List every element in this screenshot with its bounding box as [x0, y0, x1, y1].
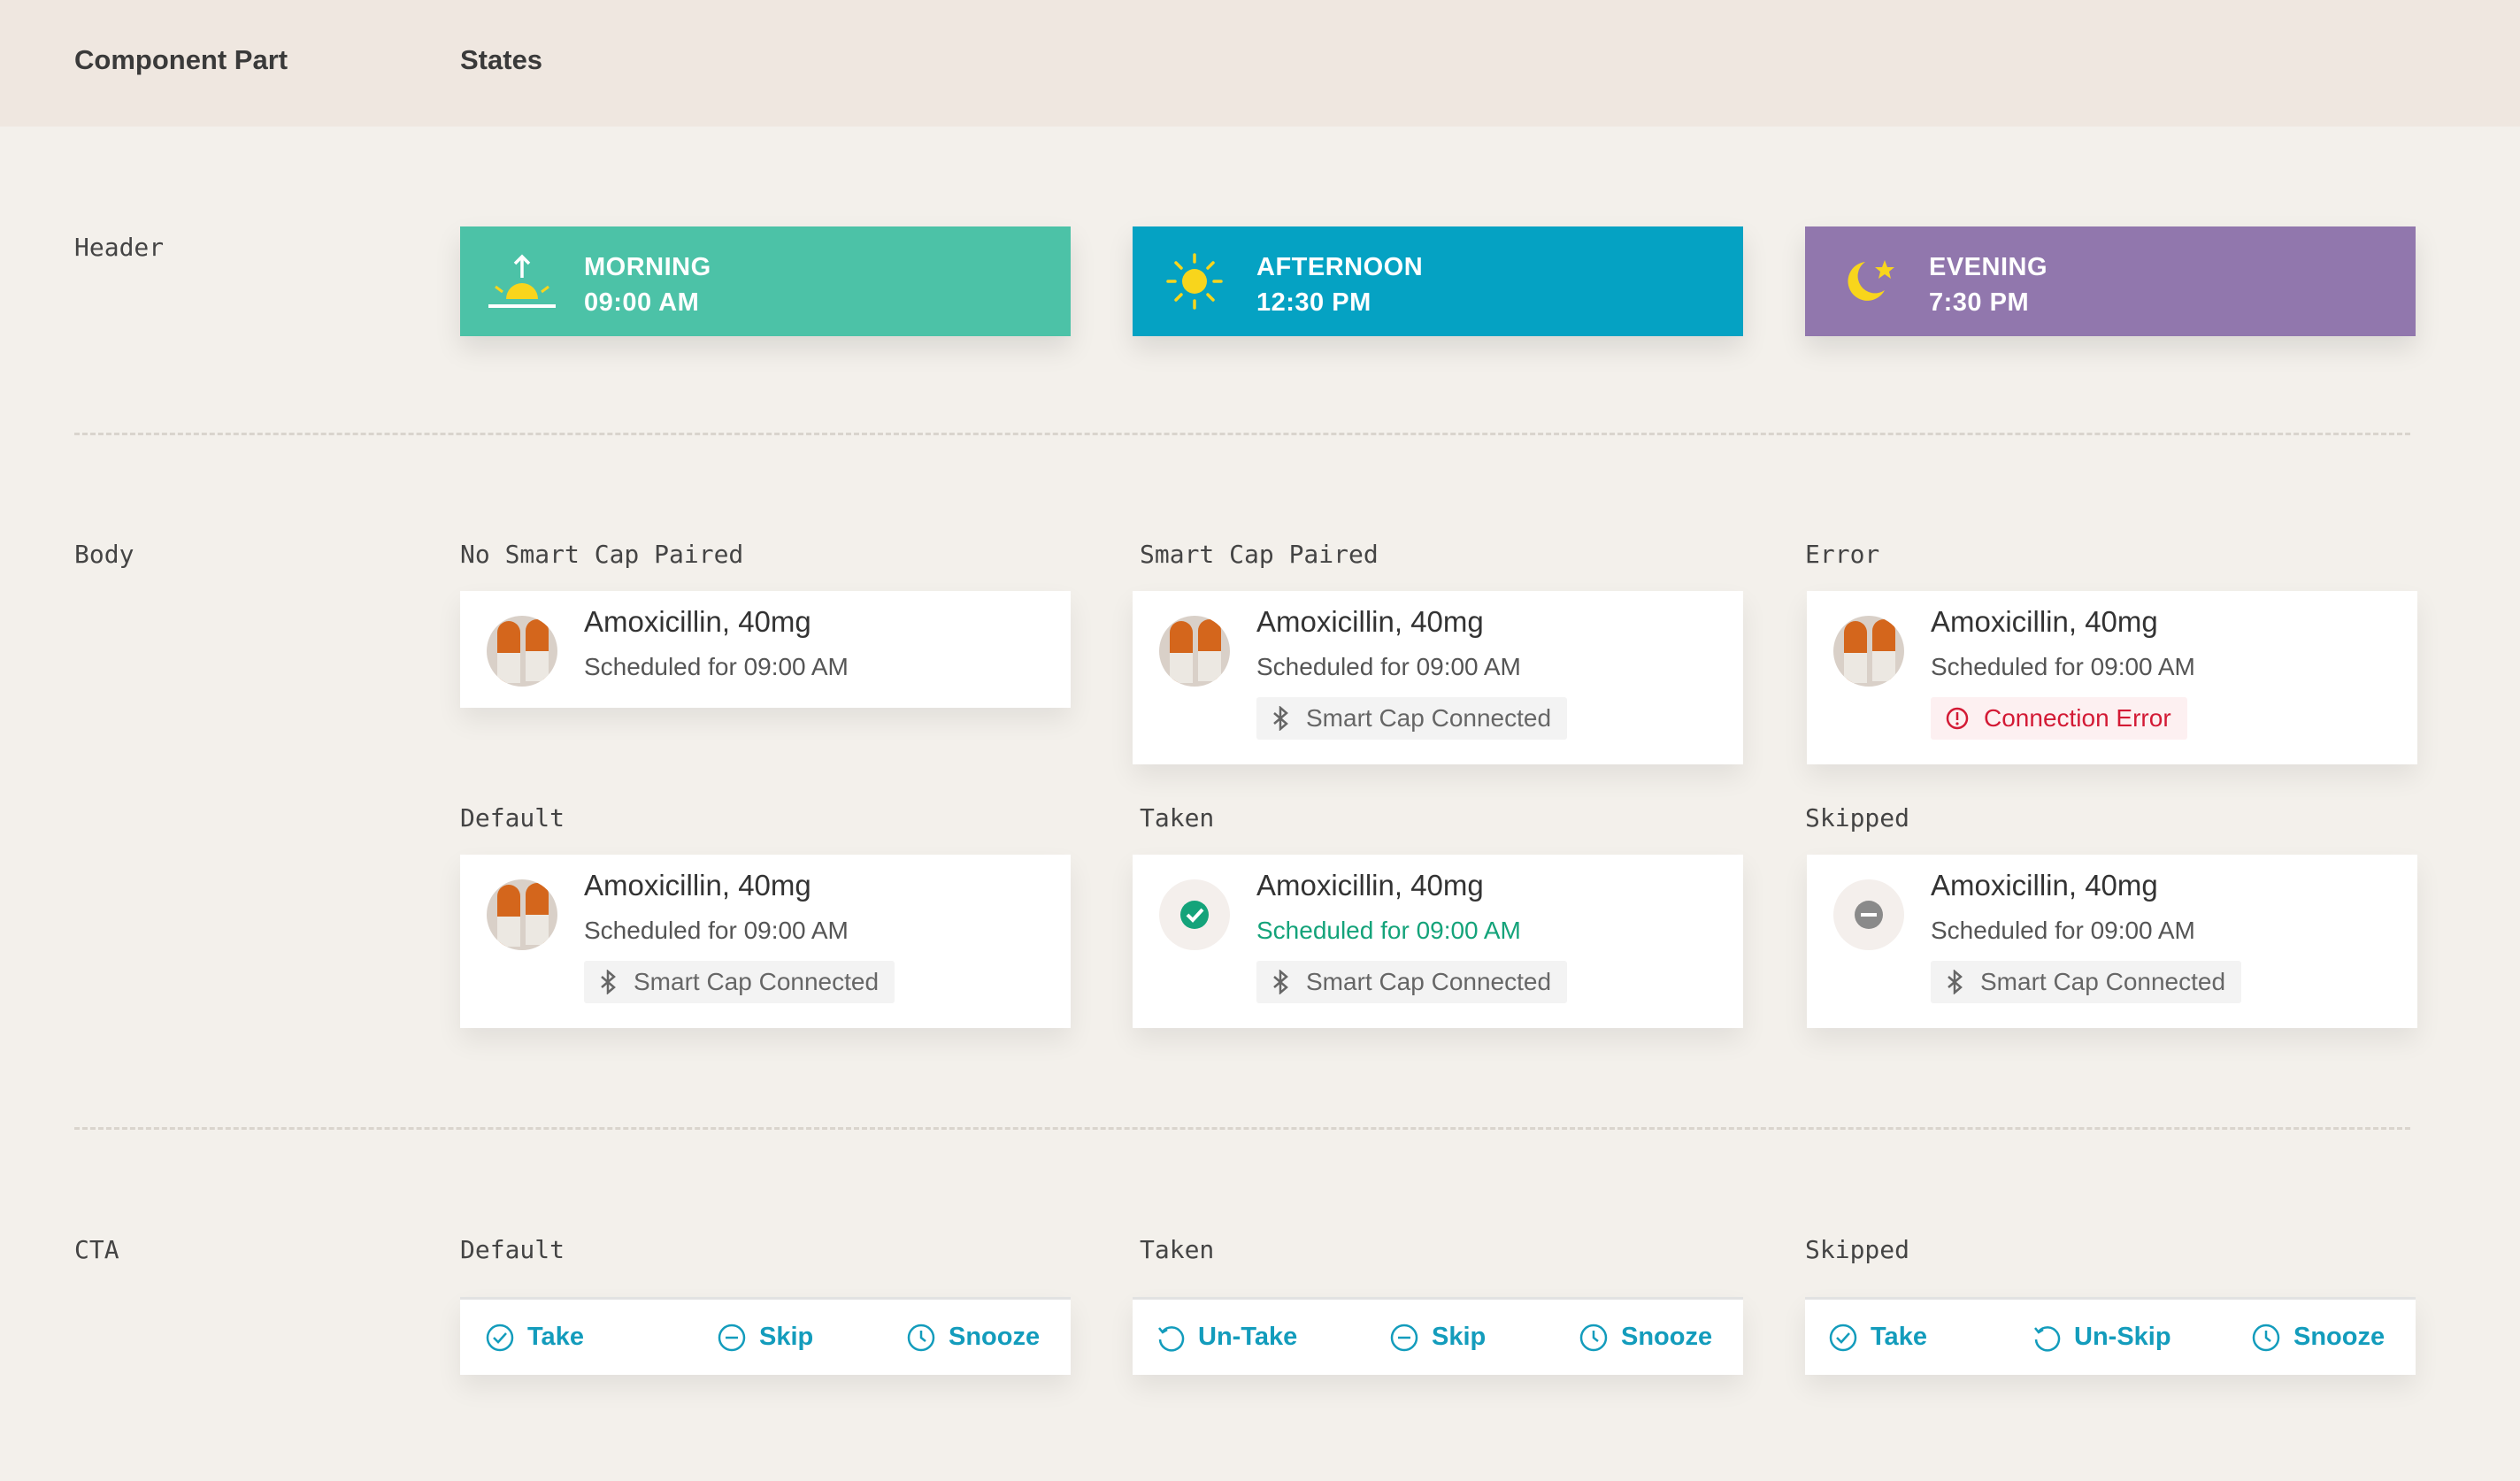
row-label-header: Header — [74, 233, 165, 262]
medication-name: Amoxicillin, 40mg — [1256, 605, 1484, 638]
taken-check-icon — [1159, 879, 1230, 950]
schedule-text: Scheduled for 09:00 AM — [1256, 653, 1521, 680]
bluetooth-icon — [1948, 970, 1963, 994]
medication-card-error[interactable]: Amoxicillin, 40mg Scheduled for 09:00 AM… — [1807, 591, 2417, 764]
sunrise-icon — [488, 254, 556, 308]
medication-card-taken[interactable]: Amoxicillin, 40mg Scheduled for 09:00 AM… — [1133, 855, 1743, 1028]
undo-icon — [2034, 1325, 2061, 1352]
state-label: Default — [460, 803, 565, 833]
badge-text: Smart Cap Connected — [1980, 968, 2226, 995]
schedule-text: Scheduled for 09:00 AM — [1931, 653, 2195, 680]
header-period: MORNING — [584, 253, 711, 281]
table-header: Component Part States — [0, 0, 2520, 127]
bluetooth-icon — [1273, 706, 1288, 731]
header-time: 09:00 AM — [584, 288, 700, 317]
button-label: Snooze — [1621, 1323, 1713, 1351]
divider — [74, 433, 2410, 435]
button-label: Snooze — [2293, 1323, 2386, 1351]
take-button[interactable]: Take — [1828, 1300, 1927, 1375]
states-heading: States — [460, 44, 543, 75]
button-label: Un-Skip — [2074, 1323, 2171, 1351]
medication-name: Amoxicillin, 40mg — [1931, 869, 2158, 902]
clock-icon — [907, 1324, 935, 1351]
medication-name: Amoxicillin, 40mg — [584, 605, 811, 638]
sun-icon — [1166, 253, 1223, 310]
row-label-cta: CTA — [74, 1235, 119, 1264]
minus-circle-icon — [1390, 1324, 1418, 1351]
skip-button[interactable]: Skip — [1389, 1300, 1486, 1375]
badge-text: Smart Cap Connected — [1306, 968, 1552, 995]
button-label: Take — [527, 1323, 584, 1351]
pill-image — [487, 879, 557, 950]
medication-card-cap-paired[interactable]: Amoxicillin, 40mg Scheduled for 09:00 AM… — [1133, 591, 1743, 764]
check-circle-icon — [486, 1324, 514, 1351]
smart-cap-status-badge: Smart Cap Connected — [584, 961, 895, 1003]
header-period: AFTERNOON — [1256, 253, 1424, 281]
cta-bar-skipped: Take Un-Skip Snooze — [1805, 1297, 2416, 1375]
medication-card-default[interactable]: Amoxicillin, 40mg Scheduled for 09:00 AM… — [460, 855, 1071, 1028]
medication-name: Amoxicillin, 40mg — [1931, 605, 2158, 638]
pill-image — [487, 616, 557, 687]
skipped-minus-icon — [1833, 879, 1904, 950]
state-label: Taken — [1140, 803, 1215, 833]
take-button[interactable]: Take — [485, 1300, 584, 1375]
row-label-body: Body — [74, 540, 134, 569]
skip-button[interactable]: Skip — [717, 1300, 813, 1375]
header-period: EVENING — [1929, 253, 2048, 281]
state-label: Skipped — [1805, 1235, 1910, 1264]
schedule-text: Scheduled for 09:00 AM — [1931, 917, 2195, 944]
header-banner-morning: MORNING 09:00 AM — [460, 226, 1071, 336]
schedule-text: Scheduled for 09:00 AM — [1256, 917, 1521, 944]
smart-cap-status-badge: Smart Cap Connected — [1256, 961, 1568, 1003]
header-time: 12:30 PM — [1256, 288, 1371, 317]
pill-image — [1833, 616, 1904, 687]
snooze-button[interactable]: Snooze — [906, 1300, 1040, 1375]
minus-circle-icon — [718, 1324, 746, 1351]
snooze-button[interactable]: Snooze — [1579, 1300, 1712, 1375]
divider — [74, 1127, 2410, 1130]
button-label: Skip — [759, 1323, 814, 1351]
un-skip-button[interactable]: Un-Skip — [2032, 1300, 2171, 1375]
smart-cap-status-badge: Smart Cap Connected — [1931, 961, 2242, 1003]
bluetooth-icon — [601, 970, 616, 994]
header-time: 7:30 PM — [1929, 288, 2030, 317]
state-label: Smart Cap Paired — [1140, 540, 1379, 569]
un-take-button[interactable]: Un-Take — [1156, 1300, 1297, 1375]
badge-text: Smart Cap Connected — [1306, 704, 1552, 732]
component-part-heading: Component Part — [74, 44, 288, 75]
connection-error-badge: Connection Error — [1931, 697, 2187, 740]
badge-text: Connection Error — [1984, 704, 2171, 732]
bluetooth-icon — [1273, 970, 1288, 994]
cta-bar-taken: Un-Take Skip Snooze — [1133, 1297, 1743, 1375]
header-banner-afternoon: AFTERNOON 12:30 PM — [1133, 226, 1743, 336]
cta-bar-default: Take Skip Snooze — [460, 1297, 1071, 1375]
medication-card-no-cap[interactable]: Amoxicillin, 40mg Scheduled for 09:00 AM — [460, 591, 1071, 708]
check-circle-icon — [1829, 1324, 1857, 1351]
clock-icon — [2252, 1324, 2280, 1351]
button-label: Snooze — [949, 1323, 1041, 1351]
state-label: Default — [460, 1235, 565, 1264]
snooze-button[interactable]: Snooze — [2251, 1300, 2385, 1375]
medication-card-skipped[interactable]: Amoxicillin, 40mg Scheduled for 09:00 AM… — [1807, 855, 2417, 1028]
schedule-text: Scheduled for 09:00 AM — [584, 917, 849, 944]
state-label: Skipped — [1805, 803, 1910, 833]
alert-icon — [1946, 707, 1969, 730]
smart-cap-status-badge: Smart Cap Connected — [1256, 697, 1568, 740]
pill-image — [1159, 616, 1230, 687]
button-label: Skip — [1432, 1323, 1487, 1351]
medication-name: Amoxicillin, 40mg — [584, 869, 811, 902]
state-label: No Smart Cap Paired — [460, 540, 744, 569]
medication-name: Amoxicillin, 40mg — [1256, 869, 1484, 902]
header-banner-evening: EVENING 7:30 PM — [1805, 226, 2416, 336]
button-label: Take — [1871, 1323, 1927, 1351]
clock-icon — [1579, 1324, 1608, 1351]
moon-star-icon — [1848, 260, 1894, 301]
schedule-text: Scheduled for 09:00 AM — [584, 653, 849, 680]
button-label: Un-Take — [1198, 1323, 1298, 1351]
undo-icon — [1158, 1325, 1185, 1352]
state-label: Error — [1805, 540, 1880, 569]
state-label: Taken — [1140, 1235, 1215, 1264]
badge-text: Smart Cap Connected — [634, 968, 880, 995]
